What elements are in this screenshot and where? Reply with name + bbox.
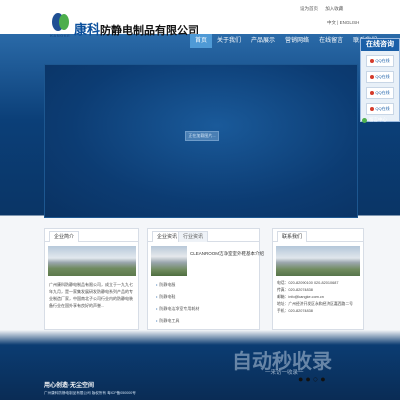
online-service-widget: 在线咨询 QQ在线 QQ在线 QQ在线 QQ在线 bbox=[360, 38, 400, 122]
qq-icon bbox=[370, 59, 375, 63]
contact-email: 邮箱：info@kangke.com.cn bbox=[277, 295, 324, 299]
nav-item-sales-network[interactable]: 营销网络 bbox=[280, 34, 314, 48]
contact-address: 地址：广州经济开发区永和经济区嘉西路二号 bbox=[277, 302, 353, 306]
list-item[interactable]: 防静电鞋 bbox=[156, 291, 199, 303]
news-panel-header: 企业资讯 行业资讯 bbox=[148, 229, 259, 242]
nav-item-home[interactable]: 首页 bbox=[190, 34, 213, 48]
list-item[interactable]: 防静电服 bbox=[156, 279, 199, 291]
qq-icon bbox=[370, 75, 375, 79]
logo-caption: KANGKE bbox=[50, 33, 71, 38]
company-brand: 康科 bbox=[74, 22, 101, 37]
tab-company-intro[interactable]: 企业简介 bbox=[49, 231, 80, 242]
nav-item-products[interactable]: 产品展示 bbox=[246, 34, 280, 48]
contact-panel: 联系我们 电话：020-82090100 020-82010687 传真：020… bbox=[272, 228, 364, 330]
banner-slideshow[interactable]: 正在加载图片... bbox=[44, 64, 358, 218]
qq-online-button[interactable]: QQ在线 bbox=[366, 55, 394, 67]
contact-mobile: 手机：020-82074838 bbox=[277, 309, 313, 313]
tab-contact-us[interactable]: 联系我们 bbox=[277, 231, 308, 242]
nav-item-about[interactable]: 关于我们 bbox=[212, 34, 246, 48]
news-headline[interactable]: CLEANROOM洁净室室外鞋基本介绍 bbox=[190, 251, 264, 257]
top-links: 设为首页 加入收藏 bbox=[300, 6, 349, 12]
company-building-photo bbox=[48, 246, 136, 276]
contact-fax: 传真：020-82074838 bbox=[277, 288, 313, 292]
footer-slogan: 用心创造·无尘空间 bbox=[44, 383, 94, 389]
contact-phone: 电话：020-82090100 020-82010687 bbox=[277, 281, 339, 285]
message-center-icon bbox=[362, 117, 367, 123]
news-list: 防静电服 防静电鞋 防静电洁净室专用耗材 防静电工具 bbox=[156, 279, 199, 327]
main-nav: 首页 关于我们 产品展示 营销网络 在线留言 联系我们 bbox=[190, 34, 382, 48]
news-photo[interactable] bbox=[151, 246, 187, 276]
nav-item-message[interactable]: 在线留言 bbox=[314, 34, 348, 48]
about-panel: 企业简介 广州康科防静电制品有限公司，成立于一九九七年九月，是一家集发展研发防静… bbox=[44, 228, 139, 330]
company-logo-icon[interactable] bbox=[51, 12, 71, 32]
contact-panel-header: 联系我们 bbox=[273, 229, 363, 242]
qq-icon bbox=[370, 107, 375, 111]
news-panel: 企业资讯 行业资讯 CLEANROOM洁净室室外鞋基本介绍 防静电服 防静电鞋 … bbox=[147, 228, 264, 330]
tab-industry-news[interactable]: 行业资讯 bbox=[178, 231, 209, 242]
qq-online-button[interactable]: QQ在线 bbox=[366, 71, 394, 83]
set-homepage-link[interactable]: 设为首页 bbox=[300, 6, 318, 11]
go-stones-decoration: ●●○● bbox=[298, 374, 328, 384]
about-text: 广州康科防静电制品有限公司，成立于一九九七年九月，是一家集发展研发防静电系列产品… bbox=[49, 282, 133, 308]
banner-loading-text: 正在加载图片... bbox=[185, 131, 219, 141]
about-panel-header: 企业简介 bbox=[45, 229, 138, 242]
company-name-rest: 防静电制品有限公司 bbox=[100, 25, 200, 37]
contact-info: 电话：020-82090100 020-82010687 传真：020-8207… bbox=[277, 280, 361, 315]
contact-building-photo bbox=[276, 246, 360, 276]
language-switch[interactable]: 中文 | ENGLISH bbox=[327, 20, 359, 26]
list-item[interactable]: 防静电洁净室专用耗材 bbox=[156, 303, 199, 315]
message-center-link[interactable]: 留言中心 bbox=[362, 117, 387, 123]
qq-online-button[interactable]: QQ在线 bbox=[366, 103, 394, 115]
header: KANGKE 康科防静电制品有限公司 设为首页 加入收藏 中文 | ENGLIS… bbox=[0, 0, 400, 38]
footer-copyright: 广州康科防静电制品有限公司 版权所有 粤ICP备050000号 bbox=[44, 391, 136, 395]
qq-online-button[interactable]: QQ在线 bbox=[366, 87, 394, 99]
list-item[interactable]: 防静电工具 bbox=[156, 315, 199, 327]
online-service-title: 在线咨询 bbox=[361, 39, 399, 51]
company-name: 康科防静电制品有限公司 bbox=[74, 19, 199, 38]
add-favorite-link[interactable]: 加入收藏 bbox=[325, 6, 343, 11]
qq-icon bbox=[370, 91, 375, 95]
